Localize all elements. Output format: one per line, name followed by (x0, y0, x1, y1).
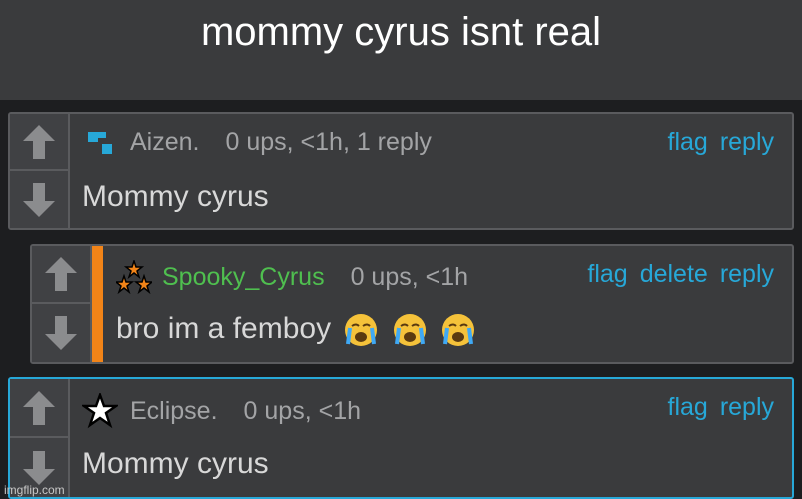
downvote-button[interactable] (10, 171, 68, 228)
username[interactable]: Spooky_Cyrus (162, 263, 325, 292)
comment-meta: Aizen. 0 ups, <1h, 1 reply (86, 128, 432, 157)
crying-face-emoji (393, 314, 426, 347)
username[interactable]: Eclipse. (130, 397, 218, 426)
downvote-arrow-icon (23, 182, 55, 217)
upvote-arrow-icon (23, 124, 55, 159)
comment-actions: flag reply (668, 128, 775, 157)
downvote-arrow-icon (45, 316, 77, 350)
comment-eclipse: Eclipse. 0 ups, <1h flag reply Mommy cyr… (8, 377, 794, 499)
blue-square-badge-icon (88, 131, 112, 154)
comment-body: Mommy cyrus (82, 447, 269, 480)
delete-link[interactable]: delete (640, 260, 708, 289)
comment-meta: Spooky_Cyrus 0 ups, <1h (116, 260, 468, 294)
vote-column (10, 114, 70, 228)
comment-actions: flag reply (668, 393, 775, 422)
flag-link[interactable]: flag (668, 393, 708, 422)
comment-aizen: Aizen. 0 ups, <1h, 1 reply flag reply Mo… (8, 112, 794, 230)
upvote-button[interactable] (32, 246, 90, 304)
upvote-arrow-icon (45, 257, 77, 291)
comment-body: bro im a femboy (116, 312, 476, 348)
flag-link[interactable]: flag (668, 128, 708, 157)
orange-stars-badge-icon (116, 260, 152, 294)
username[interactable]: Aizen. (130, 128, 199, 157)
upvote-button[interactable] (10, 379, 68, 438)
reply-indent-stripe (92, 246, 103, 362)
crying-face-emoji (345, 314, 378, 347)
reply-link[interactable]: reply (720, 393, 774, 422)
comment-stats: 0 ups, <1h (243, 396, 362, 425)
reply-link[interactable]: reply (720, 128, 774, 157)
upvote-arrow-icon (23, 390, 55, 425)
comment-body-text: bro im a femboy (116, 312, 332, 345)
comment-spooky-cyrus: Spooky_Cyrus 0 ups, <1h flag delete repl… (30, 244, 794, 364)
meme-caption: mommy cyrus isnt real (200, 10, 602, 54)
reply-link[interactable]: reply (720, 260, 774, 289)
crying-emojis (339, 312, 476, 347)
comment-actions: flag delete reply (587, 260, 774, 289)
comment-stats: 0 ups, <1h (350, 262, 469, 291)
flag-link[interactable]: flag (587, 260, 627, 289)
downvote-arrow-icon (23, 450, 55, 485)
crying-face-emoji (442, 314, 475, 347)
vote-column (10, 379, 70, 497)
comment-stats: 0 ups, <1h, 1 reply (225, 128, 432, 156)
downvote-button[interactable] (32, 304, 90, 362)
vote-column (32, 246, 92, 362)
white-star-badge-icon (82, 393, 118, 429)
upvote-button[interactable] (10, 114, 68, 171)
caption-bar: mommy cyrus isnt real (0, 0, 802, 100)
watermark: imgflip.com (4, 483, 65, 497)
comment-body: Mommy cyrus (82, 180, 269, 213)
comment-meta: Eclipse. 0 ups, <1h (82, 393, 361, 429)
